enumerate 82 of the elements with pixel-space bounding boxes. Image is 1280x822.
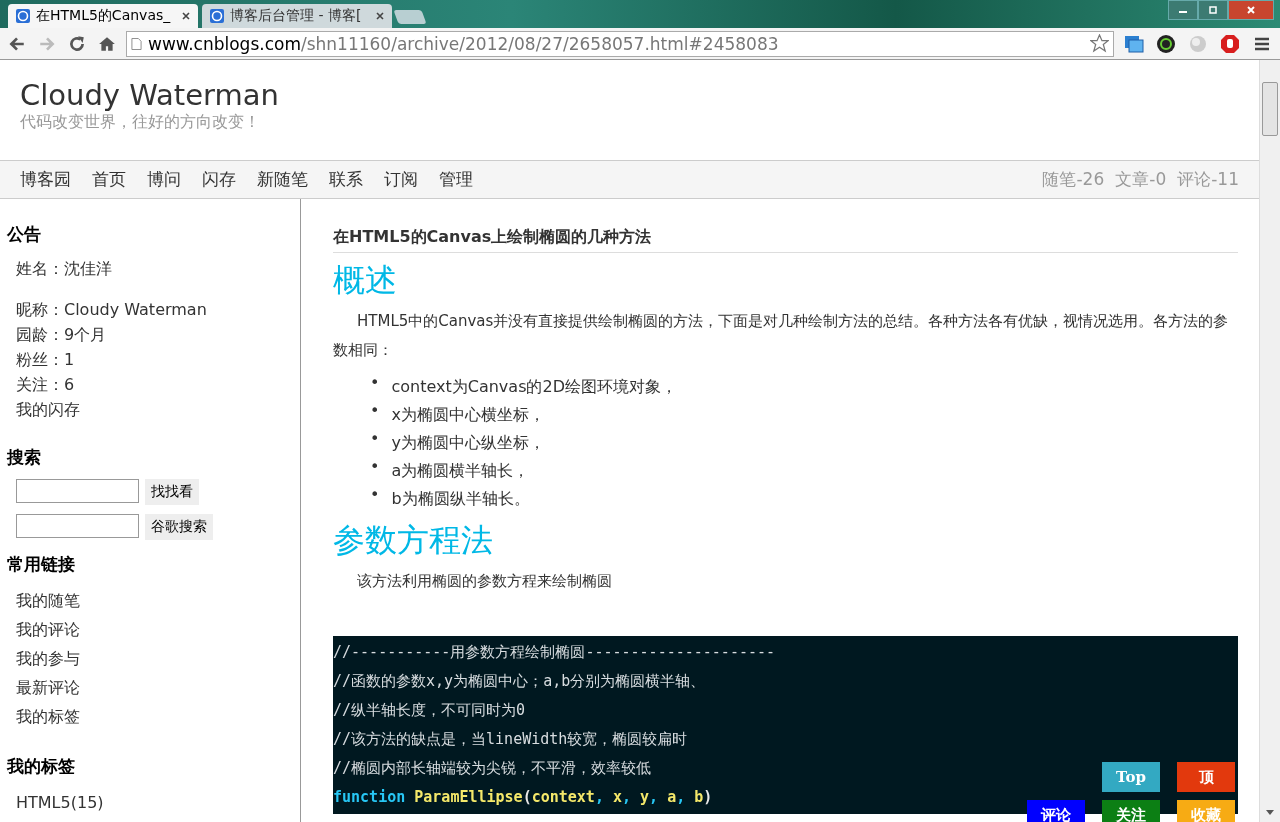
restore-icon (1208, 5, 1218, 15)
section-heading: 常用链接 (7, 553, 75, 576)
search-button[interactable]: 谷歌搜索 (145, 514, 213, 540)
code-line: //纵半轴长度，不可同时为0 (333, 700, 526, 721)
picture-icon[interactable] (1124, 33, 1144, 54)
nav-link[interactable]: 联系 (329, 168, 363, 191)
browser-tab[interactable]: 在HTML5的Canvas_ (8, 4, 198, 28)
nav-link[interactable]: 订阅 (384, 168, 418, 191)
search-field[interactable] (16, 479, 139, 503)
bullet-mark: • (370, 373, 380, 394)
address-bar[interactable]: www.cnblogs.com/shn11160/archive/2012/08/27/2658057.html#2458083 (126, 30, 1114, 57)
scroll-thumb[interactable] (1262, 82, 1278, 136)
post-count: 评论-11 (1177, 168, 1239, 191)
site-icon (210, 9, 224, 23)
float-button[interactable]: 评论 (1027, 800, 1085, 822)
tab-title: 在HTML5的Canvas_ (36, 7, 172, 25)
blog-title[interactable]: Cloudy Waterman (20, 78, 279, 112)
paragraph: HTML5中的Canvas并没有直接提供绘制椭圆的方法，下面是对几种绘制方法的总结。各种方法各有优缺，视情况选用。各方法的参数相同： (333, 311, 1230, 361)
section-heading: 搜索 (7, 446, 41, 469)
list-item: x为椭圆中心横坐标， (391, 404, 545, 426)
bullet-mark: • (370, 429, 380, 450)
profile-text[interactable]: 粉丝：1 (7, 347, 75, 372)
section-heading: 参数方程法 (333, 520, 494, 561)
code-line: //椭圆内部长轴端较为尖锐，不平滑，效率较低 (333, 758, 652, 779)
profile-text[interactable]: 昵称：Cloudy Waterman (7, 297, 207, 322)
tab-title: 博客后台管理 - 博客[ (230, 7, 363, 25)
restore-button[interactable] (1198, 0, 1228, 20)
float-button[interactable]: 顶 (1177, 762, 1235, 792)
close-icon[interactable] (376, 12, 384, 20)
sidebar-link[interactable]: 我的评论 (7, 615, 80, 644)
new-tab-button[interactable] (393, 10, 427, 24)
minimize-button[interactable] (1168, 0, 1198, 20)
bullet-mark: • (370, 485, 380, 506)
profile-text: 姓名：沈佳洋 (15, 258, 112, 280)
post-count: 文章-0 (1115, 168, 1167, 191)
scroll-down-icon[interactable] (1266, 810, 1274, 816)
code-line: //该方法的缺点是，当lineWidth较宽，椭圆较扁时 (333, 729, 688, 750)
url-text: www.cnblogs.com/shn11160/archive/2012/08/27/2658057.html#2458083 (148, 33, 780, 54)
float-button[interactable]: 关注 (1102, 800, 1160, 822)
nav-link[interactable]: 博客园 (20, 168, 71, 191)
section-heading: 概述 (333, 260, 398, 301)
sidebar-link[interactable]: 我的参与 (7, 644, 80, 673)
sidebar-link[interactable]: 我的标签 (7, 702, 80, 731)
list-item: y为椭圆中心纵坐标， (391, 432, 545, 454)
search-button[interactable]: 找找看 (145, 479, 199, 505)
close-icon[interactable] (182, 12, 190, 20)
post-count: 随笔-26 (1042, 168, 1105, 191)
stop-hand-icon[interactable] (1220, 33, 1240, 54)
nav-link[interactable]: 新随笔 (257, 168, 308, 191)
section-heading: 我的标签 (7, 755, 75, 778)
search-field[interactable] (16, 514, 139, 538)
code-line: //函数的参数x,y为椭圆中心；a,b分别为椭圆横半轴、 (333, 671, 706, 692)
bullet-mark: • (370, 401, 380, 422)
list-item: a为椭圆横半轴长， (391, 460, 530, 482)
sidebar-link[interactable]: 我的随笔 (7, 586, 80, 615)
bullet-mark: • (370, 457, 380, 478)
blog-subtitle: 代码改变世界，往好的方向改变！ (20, 112, 261, 133)
code-line: function ParamEllipse(context, x, y, a, b) (333, 787, 713, 808)
paragraph: 该方法利用椭圆的参数方程来绘制椭圆 (356, 571, 613, 592)
list-item: b为椭圆纵半轴长。 (391, 488, 530, 510)
sidebar-link[interactable]: 最新评论 (7, 673, 80, 702)
list-item: context为Canvas的2D绘图环境对象， (391, 376, 677, 398)
code-line: //-----------用参数方程绘制椭圆--------------------- (333, 642, 776, 663)
site-icon (16, 9, 30, 23)
lens-icon[interactable] (1156, 33, 1176, 54)
profile-text[interactable]: 关注：6 (7, 372, 75, 397)
nav-link[interactable]: 管理 (439, 168, 473, 191)
close-window-button[interactable] (1228, 0, 1274, 20)
post-title[interactable]: 在HTML5的Canvas上绘制椭圆的几种方法 (333, 227, 1238, 253)
nav-link[interactable]: 闪存 (202, 168, 236, 191)
section-heading: 公告 (7, 223, 41, 246)
close-icon (1246, 5, 1256, 15)
profile-text[interactable]: 我的闪存 (7, 397, 80, 422)
profile-text[interactable]: 园龄：9个月 (7, 322, 107, 347)
nav-link[interactable]: 博问 (147, 168, 181, 191)
tag-link[interactable]: HTML5(15) (7, 788, 104, 817)
scrollbar[interactable] (1259, 60, 1280, 822)
star-icon[interactable] (1090, 34, 1109, 53)
nav-link[interactable]: 首页 (92, 168, 126, 191)
page-icon (131, 36, 142, 51)
reload-icon[interactable] (68, 34, 86, 53)
browser-tab[interactable]: 博客后台管理 - 博客[ (202, 4, 392, 28)
